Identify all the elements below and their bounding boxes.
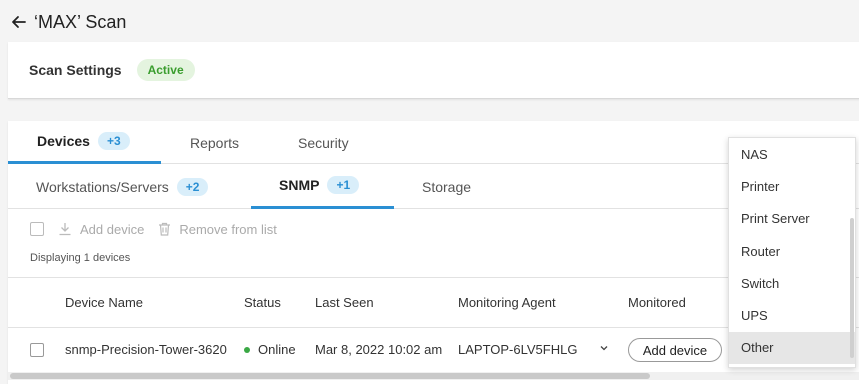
page-title: ‘MAX’ Scan	[34, 11, 127, 32]
status-cell: Online	[244, 342, 296, 357]
subtab-storage[interactable]: Storage	[422, 164, 471, 209]
column-monitoring-agent[interactable]: Monitoring Agent	[458, 295, 556, 310]
dropdown-scrollbar[interactable]	[850, 218, 854, 358]
tab-label: Security	[298, 134, 349, 151]
page-header: ‘MAX’ Scan	[0, 0, 859, 44]
displaying-count: Displaying 1 devices	[30, 252, 131, 264]
column-status[interactable]: Status	[244, 295, 281, 310]
scan-settings-label[interactable]: Scan Settings	[29, 62, 122, 78]
scan-settings-card: Scan Settings Active	[8, 42, 859, 99]
tab-security[interactable]: Security	[298, 121, 349, 164]
dropdown-option-switch[interactable]: Switch	[729, 267, 855, 299]
dropdown-option-router[interactable]: Router	[729, 235, 855, 267]
last-seen-cell: Mar 8, 2022 10:02 am	[315, 342, 443, 357]
dropdown-option-nas[interactable]: NAS	[729, 138, 855, 170]
add-device-label: Add device	[80, 221, 145, 237]
dropdown-option-ups[interactable]: UPS	[729, 299, 855, 331]
subtab-snmp[interactable]: SNMP +1	[251, 164, 394, 209]
back-arrow-icon[interactable]	[10, 13, 28, 31]
tab-label: Devices	[37, 133, 90, 149]
dropdown-option-print-server[interactable]: Print Server	[729, 203, 855, 235]
subtab-workstations-servers[interactable]: Workstations/Servers +2	[36, 164, 209, 209]
row-checkbox[interactable]	[30, 343, 44, 357]
subtab-label: Workstations/Servers	[36, 178, 169, 195]
download-icon	[59, 223, 71, 236]
tab-count-badge: +3	[97, 132, 130, 150]
device-type-dropdown: NAS Printer Print Server Router Switch U…	[728, 137, 856, 368]
add-device-button[interactable]: Add device	[628, 338, 722, 362]
tab-label: Reports	[190, 134, 240, 151]
tab-devices[interactable]: Devices +3	[8, 121, 161, 164]
tab-reports[interactable]: Reports	[190, 121, 239, 164]
remove-from-list-label: Remove from list	[179, 221, 277, 237]
subtab-count-badge: +1	[327, 176, 360, 194]
subtab-label: SNMP	[279, 177, 320, 193]
status-badge: Active	[136, 59, 195, 81]
horizontal-scrollbar[interactable]	[8, 372, 859, 380]
online-status-dot	[244, 346, 250, 353]
remove-from-list-button[interactable]: Remove from list	[158, 222, 277, 237]
monitoring-agent-cell: LAPTOP-6LV5FHLG	[458, 342, 578, 357]
device-name-cell: snmp-Precision-Tower-3620	[65, 342, 227, 357]
dropdown-option-other[interactable]: Other	[729, 331, 855, 365]
column-last-seen[interactable]: Last Seen	[315, 295, 374, 310]
dropdown-option-printer[interactable]: Printer	[729, 170, 855, 202]
subtab-count-badge: +2	[176, 177, 209, 196]
column-device-name[interactable]: Device Name	[65, 295, 143, 310]
column-monitored[interactable]: Monitored	[628, 295, 686, 310]
scrollbar-thumb[interactable]	[10, 373, 650, 379]
subtab-label: Storage	[422, 178, 472, 195]
select-all-checkbox[interactable]	[30, 222, 44, 236]
chevron-down-icon[interactable]	[599, 341, 609, 356]
add-device-toolbar-button[interactable]: Add device	[58, 222, 144, 237]
status-text: Online	[258, 342, 296, 357]
trash-icon	[159, 222, 171, 236]
